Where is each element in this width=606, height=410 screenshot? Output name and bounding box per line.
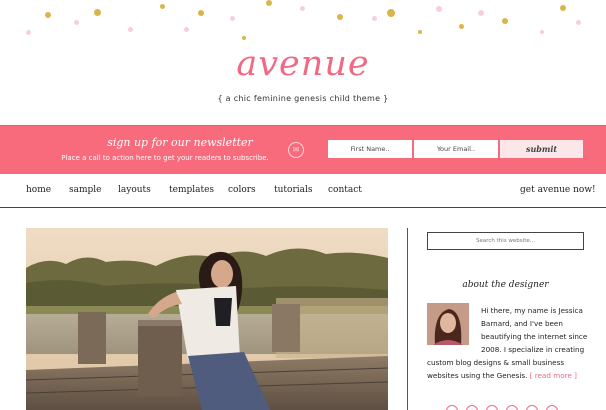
about-line-1: Hi there, my name is Jessica: [481, 306, 583, 315]
confetti-dot: [160, 4, 165, 9]
confetti-dot: [478, 10, 484, 16]
designer-avatar: [427, 303, 469, 345]
social-icon[interactable]: [466, 405, 478, 410]
confetti-dot: [128, 27, 133, 32]
read-more-link[interactable]: [ read more ]: [530, 371, 577, 380]
confetti-dot: [576, 20, 581, 25]
confetti-dot: [459, 24, 464, 29]
confetti-dot: [242, 36, 246, 40]
confetti-dot: [540, 30, 544, 34]
confetti-dot: [184, 27, 189, 32]
confetti-dot: [502, 18, 508, 24]
social-icon[interactable]: [526, 405, 538, 410]
confetti-dot: [436, 6, 442, 12]
about-line-6: websites using the Genesis. [ read more …: [427, 369, 577, 382]
nav-item-contact[interactable]: contact: [328, 185, 362, 195]
confetti-dot: [337, 14, 343, 20]
nav-item-templates[interactable]: templates: [169, 185, 214, 195]
newsletter-title: sign up for our newsletter: [107, 136, 253, 149]
confetti-dot: [387, 9, 395, 17]
confetti-dot: [266, 0, 272, 6]
about-line-4: 2008. I specialize in creating: [481, 345, 585, 354]
social-icon[interactable]: [446, 405, 458, 410]
confetti-dot: [300, 6, 305, 11]
newsletter-bar: sign up for our newsletter Place a call …: [0, 125, 606, 174]
newsletter-subtitle: Place a call to action here to get your …: [61, 154, 269, 162]
first-name-field[interactable]: First Name..: [328, 140, 412, 158]
sidebar-divider: [407, 228, 408, 410]
nav-item-home[interactable]: home: [26, 185, 51, 195]
confetti-dot: [45, 12, 51, 18]
nav-cta-link[interactable]: get avenue now!: [520, 185, 596, 195]
envelope-icon: ✉: [288, 142, 304, 158]
confetti-dot: [418, 30, 422, 34]
submit-button[interactable]: submit: [500, 140, 583, 158]
about-line-3: beautifying the internet since: [481, 332, 588, 341]
social-icon[interactable]: [546, 405, 558, 410]
email-field[interactable]: Your Email..: [414, 140, 498, 158]
featured-photo[interactable]: [26, 228, 388, 410]
site-header: avenue { a chic feminine genesis child t…: [0, 0, 606, 125]
about-line-2: Barnard, and I've been: [481, 319, 563, 328]
nav-item-tutorials[interactable]: tutorials: [274, 185, 313, 195]
social-icon[interactable]: [486, 405, 498, 410]
confetti-dot: [94, 9, 101, 16]
confetti-dot: [26, 30, 31, 35]
search-input[interactable]: Search this website...: [427, 232, 584, 250]
social-icon[interactable]: [506, 405, 518, 410]
nav-item-layouts[interactable]: layouts: [118, 185, 151, 195]
about-designer-title: about the designer: [462, 280, 549, 290]
site-description: { a chic feminine genesis child theme }: [217, 94, 389, 103]
site-title[interactable]: avenue: [0, 44, 606, 84]
confetti-dot: [198, 10, 204, 16]
about-line-6-text: websites using the Genesis.: [427, 371, 528, 380]
confetti-dot: [560, 5, 566, 11]
main-nav: home sample layouts templates colors tut…: [0, 174, 606, 208]
nav-item-sample[interactable]: sample: [69, 185, 101, 195]
about-line-5: custom blog designs & small business: [427, 358, 565, 367]
confetti-dot: [74, 20, 79, 25]
nav-item-colors[interactable]: colors: [228, 185, 256, 195]
confetti-dot: [230, 16, 235, 21]
confetti-dot: [372, 16, 377, 21]
